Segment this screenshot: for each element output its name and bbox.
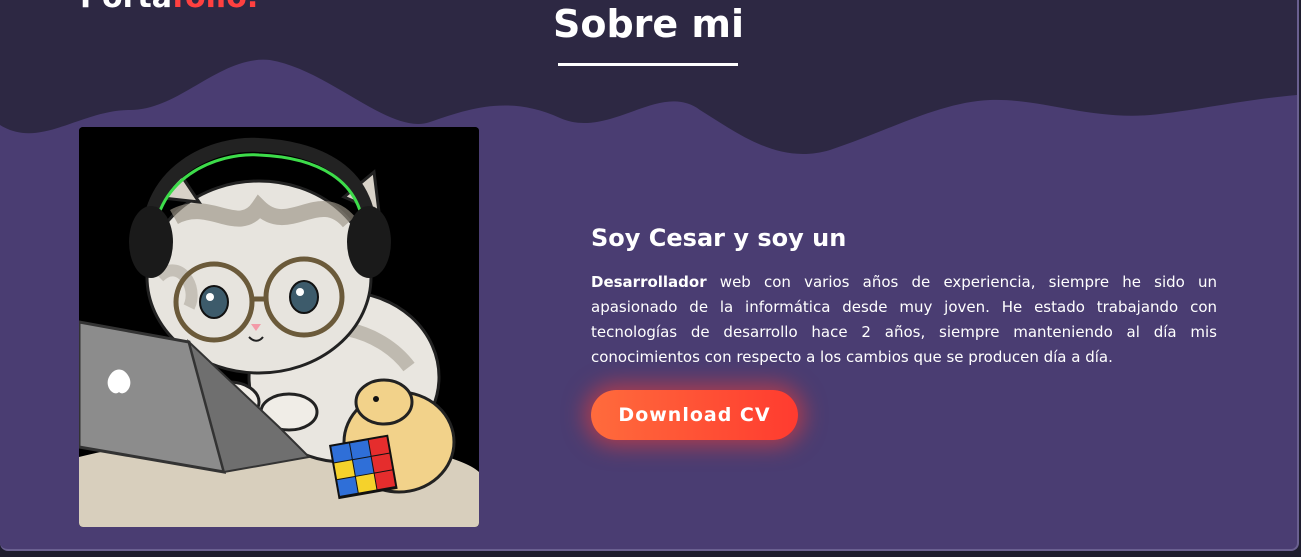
about-subtitle: Soy Cesar y soy un — [591, 224, 847, 252]
download-cv-button[interactable]: Download CV — [591, 390, 798, 440]
title-underline — [558, 63, 738, 66]
description-highlight: Desarrollador — [591, 273, 707, 291]
cat-with-headphones-icon — [79, 127, 479, 527]
profile-illustration — [79, 127, 479, 527]
about-description: Desarrollador web con varios años de exp… — [591, 270, 1217, 370]
section-title: Sobre mi — [552, 2, 745, 46]
about-section: Portafolio. Sobre mi — [0, 0, 1299, 551]
